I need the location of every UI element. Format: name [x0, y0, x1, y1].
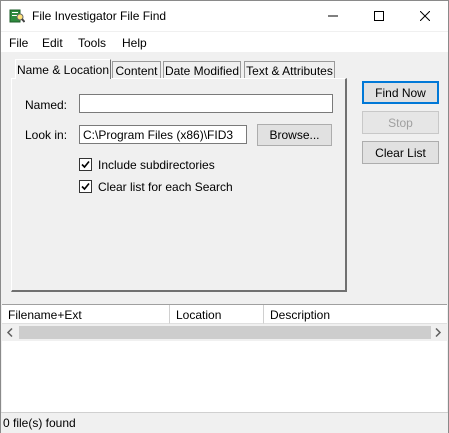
status-text: 0 file(s) found — [3, 416, 76, 430]
menu-bar: File Edit Tools Help — [1, 32, 448, 52]
column-header-location[interactable]: Location — [170, 305, 264, 324]
menu-file[interactable]: File — [9, 36, 28, 50]
browse-button[interactable]: Browse... — [257, 124, 332, 146]
look-in-input[interactable]: C:\Program Files (x86)\FID3 — [79, 125, 247, 144]
include-subdirectories-checkbox[interactable] — [79, 158, 92, 171]
clear-list-each-search-checkbox[interactable] — [79, 180, 92, 193]
minimize-button[interactable] — [310, 1, 356, 31]
tab-content[interactable]: Content — [112, 61, 161, 79]
window-title: File Investigator File Find — [32, 9, 167, 23]
clear-list-each-search-label: Clear list for each Search — [98, 180, 233, 194]
tab-name-location[interactable]: Name & Location — [15, 59, 111, 79]
minimize-icon — [328, 15, 338, 17]
title-bar[interactable]: File Investigator File Find — [1, 1, 448, 31]
close-button[interactable] — [402, 1, 448, 31]
scroll-left-icon[interactable] — [6, 328, 14, 337]
checkmark-icon — [81, 182, 90, 191]
file-find-window: File Investigator File Find File Edit To… — [0, 0, 449, 433]
column-header-filename[interactable]: Filename+Ext — [2, 305, 170, 324]
tab-text-attributes[interactable]: Text & Attributes — [244, 61, 335, 79]
menu-edit[interactable]: Edit — [42, 36, 63, 50]
menu-tools[interactable]: Tools — [78, 36, 106, 50]
stop-button[interactable]: Stop — [362, 111, 439, 134]
include-subdirectories-label: Include subdirectories — [98, 158, 215, 172]
close-icon — [420, 11, 430, 21]
scrollbar-thumb[interactable] — [19, 326, 431, 339]
horizontal-scrollbar[interactable] — [2, 324, 447, 341]
scroll-right-icon[interactable] — [434, 328, 442, 337]
magnifier-document-icon — [9, 9, 25, 23]
status-bar: 0 file(s) found — [1, 412, 448, 433]
clear-list-button[interactable]: Clear List — [362, 141, 439, 164]
column-header-description[interactable]: Description — [264, 305, 447, 324]
look-in-label: Look in: — [25, 128, 68, 142]
named-label: Named: — [25, 98, 68, 112]
maximize-icon — [374, 11, 384, 21]
results-list[interactable]: Filename+Ext Location Description — [2, 304, 447, 413]
menu-help[interactable]: Help — [122, 36, 147, 50]
named-input[interactable] — [79, 94, 333, 113]
checkmark-icon — [81, 160, 90, 169]
tab-date-modified[interactable]: Date Modified — [163, 61, 241, 79]
maximize-button[interactable] — [356, 1, 402, 31]
find-now-button[interactable]: Find Now — [362, 81, 439, 104]
